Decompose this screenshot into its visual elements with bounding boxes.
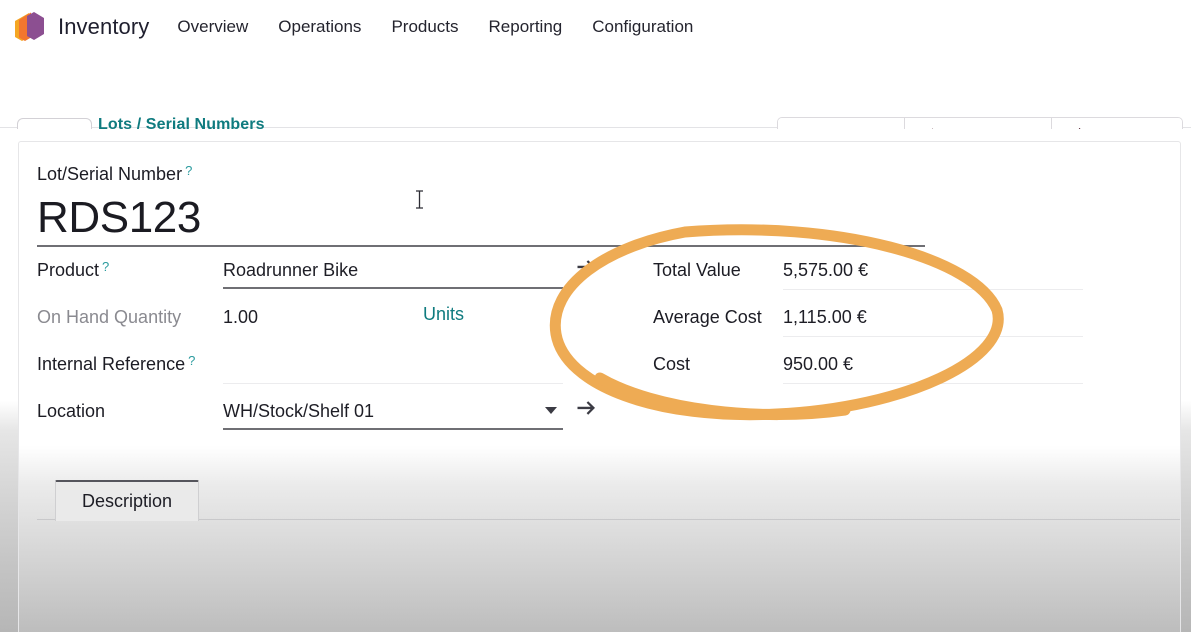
top-navbar: Inventory Overview Operations Products R…	[0, 0, 1191, 53]
field-on-hand-quantity-label: On Hand Quantity	[37, 304, 223, 328]
field-cost-value[interactable]: 950.00 €	[783, 351, 1153, 377]
field-internal-reference-underline	[223, 383, 563, 384]
nav-item-products[interactable]: Products	[391, 17, 458, 37]
lot-serial-number-underline	[37, 245, 925, 247]
field-location-underline	[223, 428, 563, 430]
help-tooltip-icon[interactable]: ?	[185, 165, 192, 177]
field-total-value-value: 5,575.00 €	[783, 257, 1153, 283]
app-brand-name[interactable]: Inventory	[58, 14, 149, 40]
field-average-cost: Average Cost 1,115.00 €	[653, 304, 1153, 351]
field-cost: Cost 950.00 €	[653, 351, 1153, 398]
nav-item-reporting[interactable]: Reporting	[489, 17, 563, 37]
field-total-value: Total Value 5,575.00 €	[653, 257, 1153, 304]
form-sheet: Lot/Serial Number ? RDS123 Product ? Roa…	[18, 141, 1181, 632]
field-location-label: Location	[37, 398, 223, 422]
tab-description[interactable]: Description	[55, 480, 199, 521]
field-average-cost-underline	[783, 336, 1083, 337]
field-cost-label: Cost	[653, 351, 783, 375]
form-column-left: Product ? Roadrunner Bike	[37, 257, 597, 445]
field-uom-value[interactable]: Units	[423, 304, 464, 325]
lot-serial-number-field: Lot/Serial Number ? RDS123	[37, 164, 201, 245]
field-total-value-label: Total Value	[653, 257, 783, 281]
field-product-underline	[223, 287, 563, 289]
field-internal-reference: Internal Reference ?	[37, 351, 597, 398]
control-panel: New Lots / Serial Numbers RDS123 L	[0, 53, 1191, 128]
field-product: Product ? Roadrunner Bike	[37, 257, 597, 304]
form-column-right: Total Value 5,575.00 € Average Cost 1,11…	[653, 257, 1153, 398]
internal-link-arrow-icon[interactable]	[575, 398, 599, 425]
field-location: Location WH/Stock/Shelf 01	[37, 398, 597, 445]
lot-serial-number-input[interactable]: RDS123	[37, 191, 201, 245]
cube-hexagon-icon[interactable]	[14, 10, 46, 44]
internal-link-arrow-icon[interactable]	[575, 257, 599, 284]
field-product-value[interactable]: Roadrunner Bike	[223, 257, 597, 283]
field-internal-reference-label: Internal Reference ?	[37, 351, 223, 375]
nav-item-operations[interactable]: Operations	[278, 17, 361, 37]
field-on-hand-quantity-value: 1.00	[223, 304, 597, 330]
field-product-label: Product ?	[37, 257, 223, 281]
lot-serial-number-label: Lot/Serial Number ?	[37, 164, 192, 185]
field-average-cost-value: 1,115.00 €	[783, 304, 1153, 330]
notebook-tabs: Description	[37, 480, 1181, 520]
field-location-value[interactable]: WH/Stock/Shelf 01	[223, 398, 597, 424]
nav-item-overview[interactable]: Overview	[177, 17, 248, 37]
help-tooltip-icon[interactable]: ?	[188, 355, 195, 367]
chevron-down-icon[interactable]	[545, 407, 557, 414]
field-on-hand-quantity: On Hand Quantity 1.00 Units	[37, 304, 597, 351]
help-tooltip-icon[interactable]: ?	[102, 261, 109, 273]
odoo-inventory-lot-form: Inventory Overview Operations Products R…	[0, 0, 1191, 632]
field-cost-underline	[783, 383, 1083, 384]
nav-item-configuration[interactable]: Configuration	[592, 17, 693, 37]
field-total-value-underline	[783, 289, 1083, 290]
field-average-cost-label: Average Cost	[653, 304, 783, 328]
